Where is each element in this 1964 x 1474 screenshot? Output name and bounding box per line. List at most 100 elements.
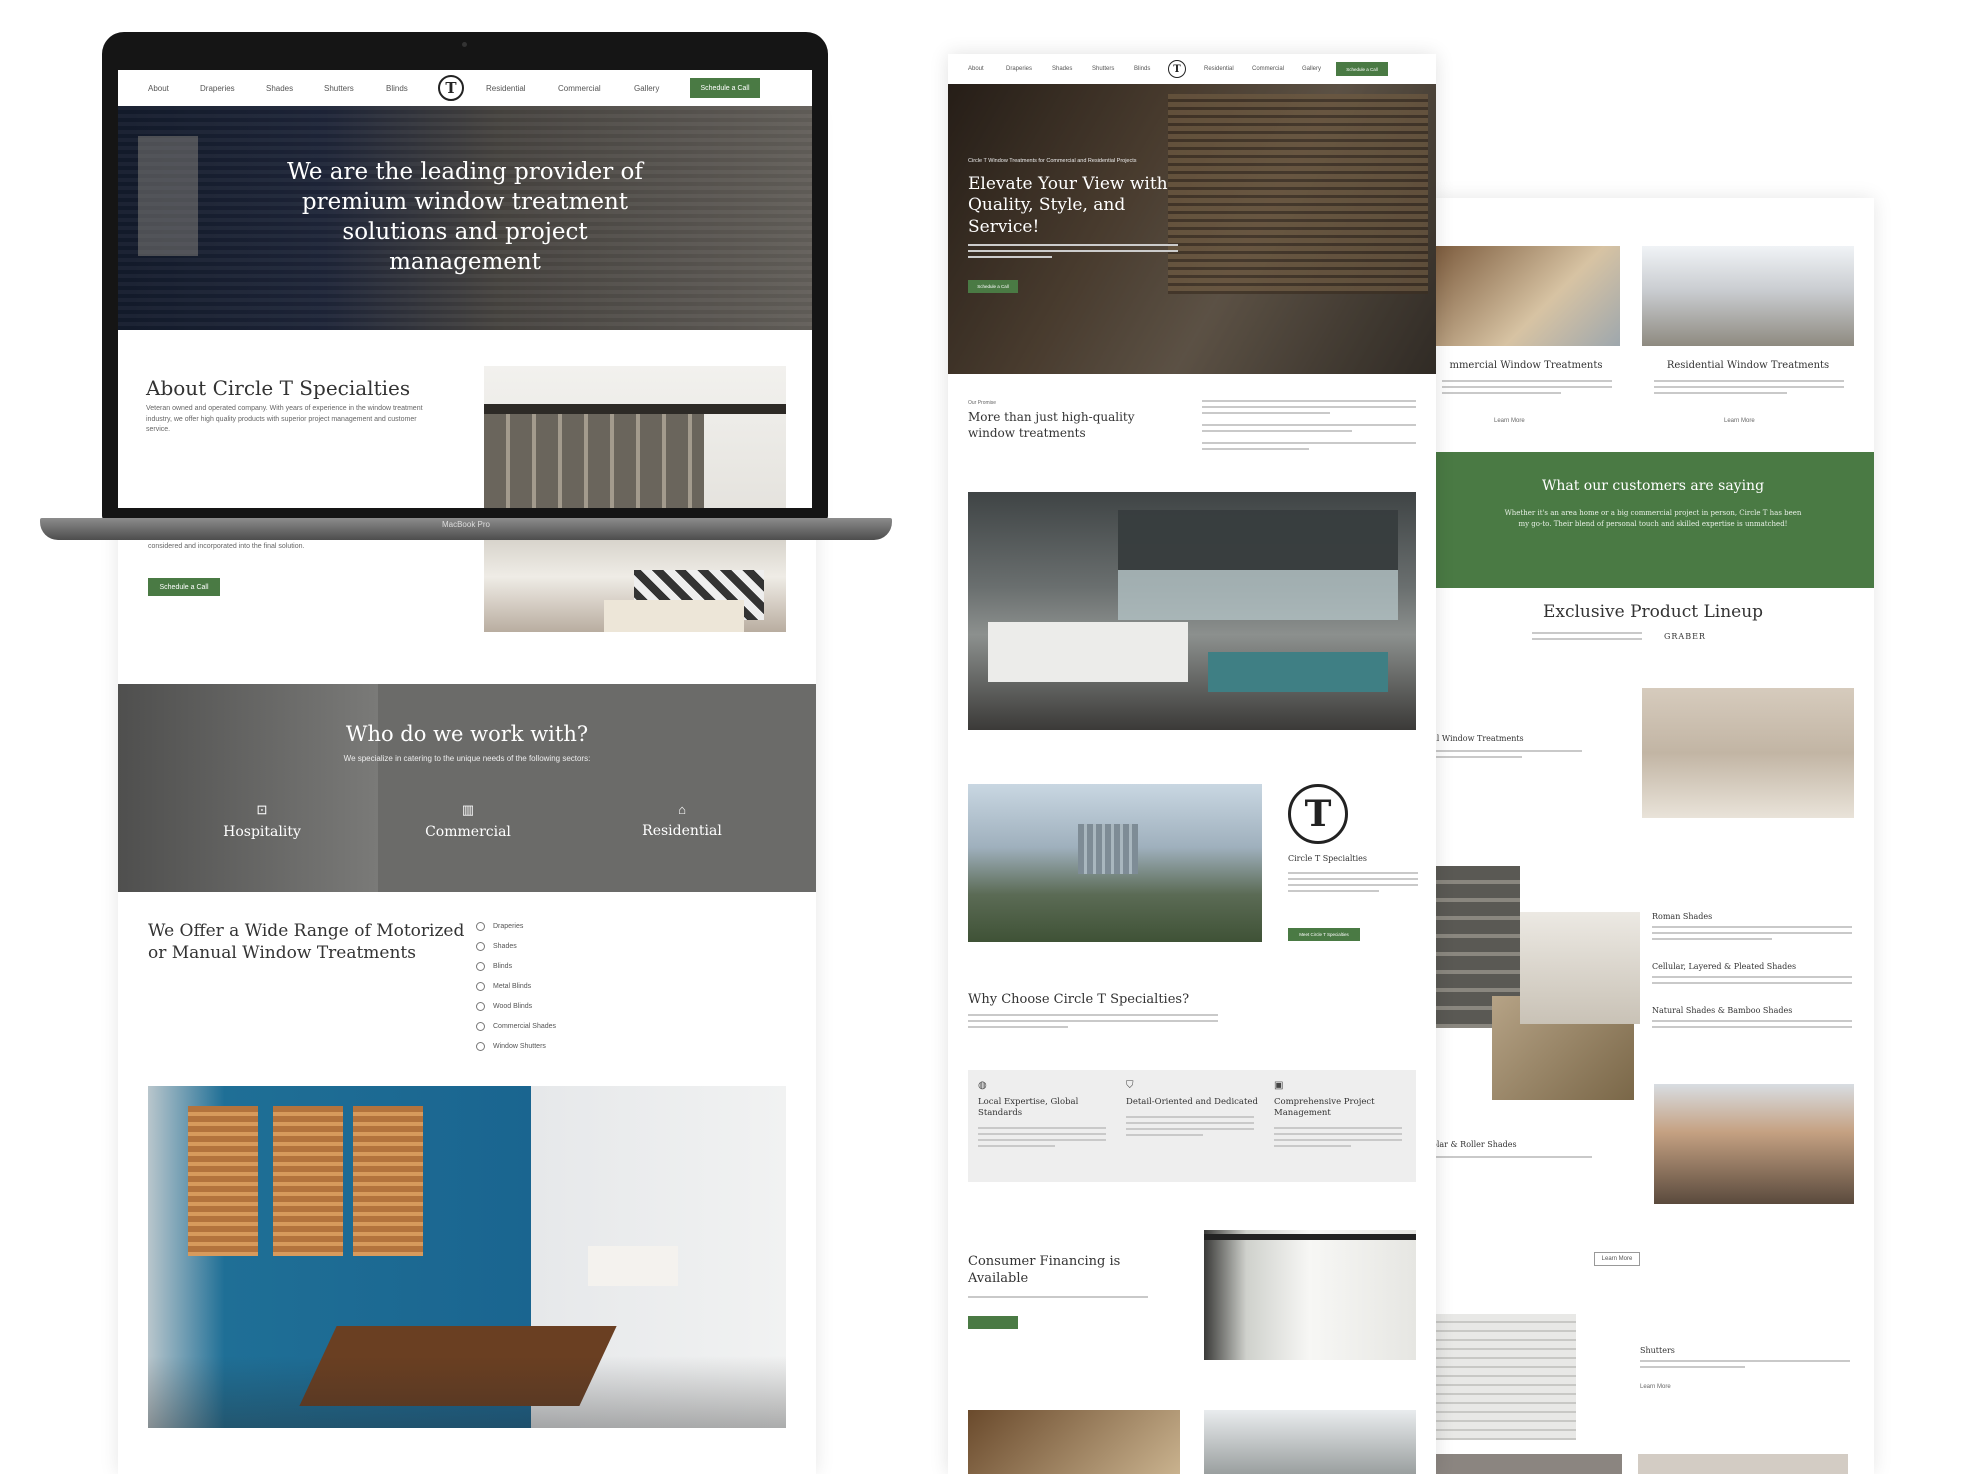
cellular-shade-photo — [1642, 688, 1854, 818]
offer-item: Wood Blinds — [476, 1002, 676, 1011]
feature-text — [978, 1127, 1106, 1148]
natural-shades-text — [1652, 1020, 1852, 1032]
bedroom-photo — [484, 540, 786, 632]
city-skyline-photo — [968, 784, 1262, 942]
sector-label: Commercial — [425, 824, 511, 840]
sector-hospitality[interactable]: ⊡ Hospitality — [202, 802, 322, 840]
circle-t-logo[interactable]: T — [1168, 60, 1186, 78]
building-icon: ▥ — [461, 802, 475, 817]
nav-link-commercial[interactable]: Commercial — [1252, 66, 1302, 72]
nav-link-gallery[interactable]: Gallery — [1302, 66, 1336, 72]
camera-dot — [462, 42, 467, 47]
meet-company-button[interactable]: Meet Circle T Specialties — [1288, 928, 1360, 941]
feature-project-management: ▣ Comprehensive Project Management — [1274, 1080, 1414, 1151]
commercial-learn-more[interactable]: Learn More — [1494, 418, 1525, 424]
nav-link-about[interactable]: About — [968, 66, 1006, 72]
laptop-base: MacBook Pro — [40, 518, 892, 540]
middle-page-mockup: About Draperies Shades Shutters Blinds T… — [948, 54, 1436, 1474]
offer-item: Draperies — [476, 922, 676, 931]
nav-link-residential[interactable]: Residential — [486, 84, 558, 93]
check-icon — [476, 982, 485, 991]
feature-title: Detail-Oriented and Dedicated — [1126, 1097, 1258, 1107]
feature-detail-oriented: ⛉ Detail-Oriented and Dedicated — [1126, 1080, 1266, 1140]
patio-photo — [1654, 1084, 1854, 1204]
hero-headline: Elevate Your View with Quality, Style, a… — [968, 174, 1168, 237]
laptop-screen: About Draperies Shades Shutters Blinds T… — [118, 70, 812, 508]
roman-shades-title: Roman Shades — [1652, 912, 1713, 921]
luggage-icon: ⊡ — [256, 802, 268, 817]
check-icon — [476, 962, 485, 971]
commercial-card-photo — [1432, 246, 1620, 346]
nav-link-blinds[interactable]: Blinds — [386, 84, 438, 93]
company-logo: T — [1288, 784, 1348, 844]
nav-schedule-button[interactable]: Schedule a Call — [690, 78, 760, 98]
natural-shades-title: Natural Shades & Bamboo Shades — [1652, 1006, 1793, 1015]
hero-eyebrow: Circle T Window Treatments for Commercia… — [968, 158, 1137, 164]
why-title: Why Choose Circle T Specialties? — [968, 992, 1190, 1007]
nav-link-draperies[interactable]: Draperies — [200, 84, 266, 93]
home-icon: ⌂ — [678, 802, 686, 817]
shutters-text — [1640, 1360, 1850, 1372]
bottom-photo-right — [1204, 1410, 1416, 1474]
nav-link-blinds[interactable]: Blinds — [1134, 66, 1168, 72]
products-text — [1532, 632, 1642, 644]
offer-list: Draperies Shades Blinds Metal Blinds Woo… — [476, 922, 676, 1062]
nav-link-about[interactable]: About — [148, 84, 200, 93]
card-text — [1442, 380, 1612, 398]
financing-title: Consumer Financing is Available — [968, 1254, 1121, 1286]
laptop-nav: About Draperies Shades Shutters Blinds T… — [118, 70, 812, 106]
check-icon — [476, 942, 485, 951]
about-text: Veteran owned and operated company. With… — [146, 405, 423, 433]
shutters-learn-more[interactable]: Learn More — [1640, 1384, 1671, 1390]
testimonial-quote: Whether it's an area home or a big comme… — [1504, 509, 1802, 528]
nav-link-shades[interactable]: Shades — [1052, 66, 1092, 72]
hero-text — [968, 244, 1178, 262]
nav-link-gallery[interactable]: Gallery — [634, 84, 690, 93]
solar-shades-title: olar & Roller Shades — [1432, 1140, 1517, 1149]
nav-link-shades[interactable]: Shades — [266, 84, 324, 93]
check-icon — [476, 1022, 485, 1031]
wood-window-photo — [1520, 912, 1640, 1024]
features-panel: ◍ Local Expertise, Global Standards ⛉ De… — [968, 1070, 1416, 1182]
hero-schedule-button[interactable]: Schedule a Call — [968, 280, 1018, 293]
why-text — [968, 1014, 1218, 1032]
check-icon — [476, 1002, 485, 1011]
check-icon — [476, 1042, 485, 1051]
nav-schedule-button[interactable]: Schedule a Call — [1336, 62, 1388, 76]
schedule-call-button[interactable]: Schedule a Call — [148, 578, 220, 596]
solar-shades-text — [1432, 1156, 1592, 1162]
circle-t-logo[interactable]: T — [438, 75, 464, 101]
cellular-shades-text — [1652, 976, 1852, 988]
products-title: Exclusive Product Lineup — [1542, 602, 1764, 622]
check-icon — [476, 922, 485, 931]
office-lounge-photo — [968, 492, 1416, 730]
sector-commercial[interactable]: ▥ Commercial — [408, 802, 528, 840]
laptop-hero: We are the leading provider of premium w… — [118, 106, 812, 330]
residential-card-title: Residential Window Treatments — [1666, 360, 1830, 371]
company-name: Circle T Specialties — [1288, 854, 1368, 863]
offer-item: Window Shutters — [476, 1042, 676, 1051]
drapery-photo — [484, 366, 786, 508]
nav-link-draperies[interactable]: Draperies — [1006, 66, 1052, 72]
nav-link-commercial[interactable]: Commercial — [558, 84, 634, 93]
financing-button[interactable] — [968, 1316, 1018, 1329]
nav-link-residential[interactable]: Residential — [1204, 66, 1252, 72]
residential-learn-more[interactable]: Learn More — [1724, 418, 1755, 424]
feature-title: Comprehensive Project Management — [1274, 1097, 1375, 1119]
graber-brand: GRABER — [1664, 632, 1706, 641]
shield-icon: ⛉ — [1126, 1080, 1134, 1091]
about-title: About Circle T Specialties — [146, 376, 411, 400]
card-text — [1654, 380, 1844, 398]
offer-item: Metal Blinds — [476, 982, 676, 991]
shutters-title: Shutters — [1640, 1346, 1675, 1355]
offer-title: We Offer a Wide Range of Motorized or Ma… — [148, 921, 465, 964]
bottom-photo-left — [968, 1410, 1180, 1474]
learn-more-button[interactable]: Learn More — [1594, 1252, 1640, 1266]
feature-text — [1274, 1127, 1402, 1148]
sector-label: Residential — [642, 823, 722, 839]
roman-shades-text — [1652, 926, 1852, 944]
sector-residential[interactable]: ⌂ Residential — [622, 802, 742, 839]
nav-link-shutters[interactable]: Shutters — [324, 84, 386, 93]
nav-link-shutters[interactable]: Shutters — [1092, 66, 1134, 72]
shade-section-text — [1432, 750, 1582, 762]
